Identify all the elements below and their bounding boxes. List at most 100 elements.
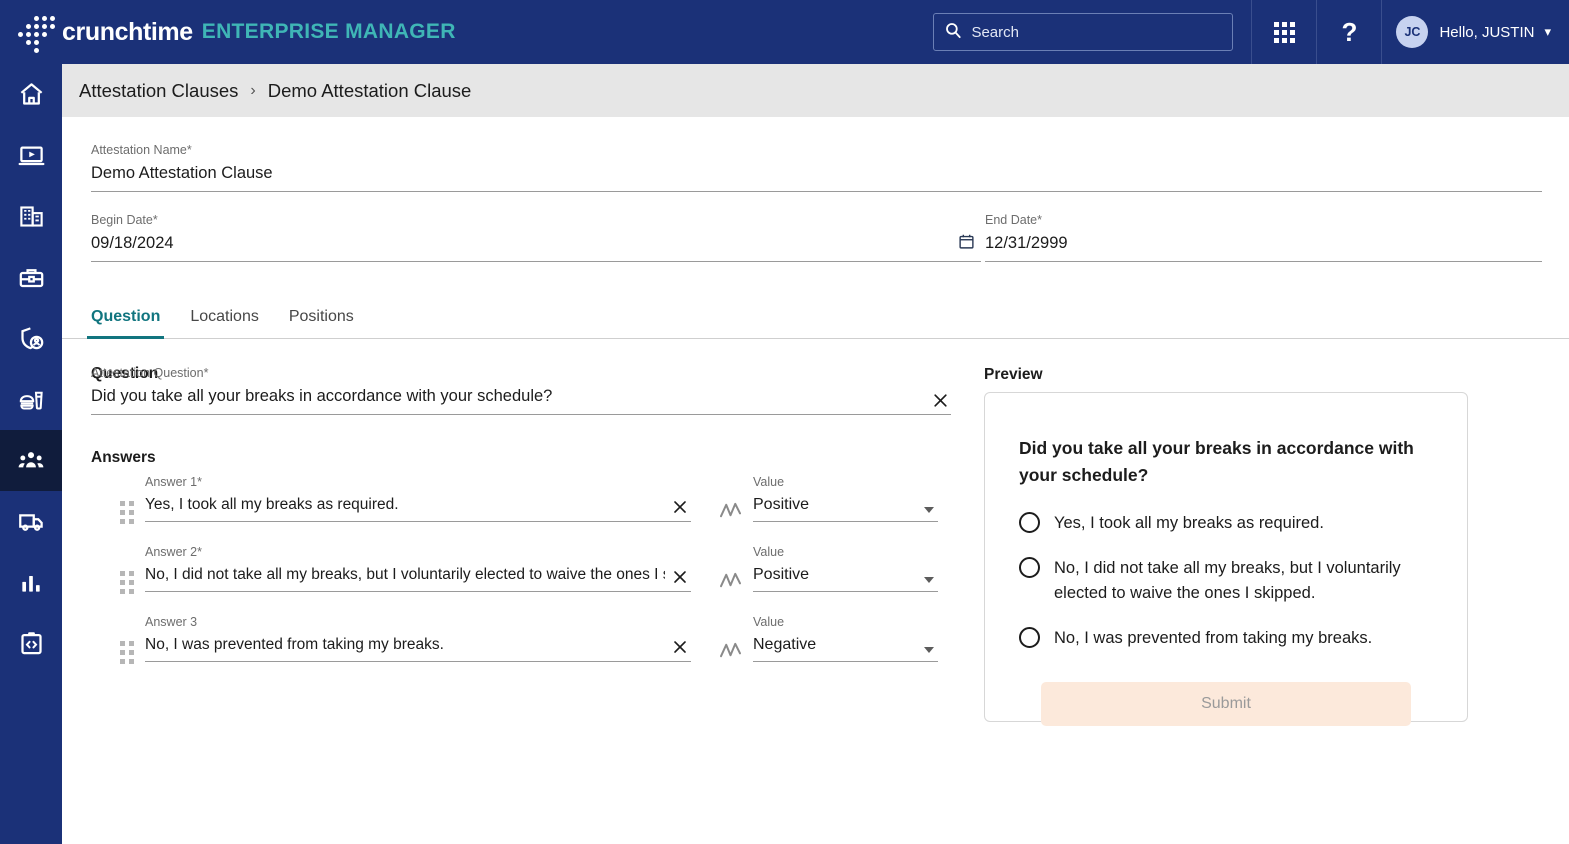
answer-value-field: Value: [753, 615, 938, 662]
brand-suffix: ENTERPRISE MANAGER: [201, 20, 456, 43]
breadcrumb: Attestation Clauses › Demo Attestation C…: [62, 64, 1569, 117]
drag-handle-icon[interactable]: [115, 489, 139, 535]
preview-option-label: No, I was prevented from taking my break…: [1054, 628, 1373, 647]
help-button[interactable]: ?: [1317, 0, 1381, 64]
user-greeting: Hello, JUSTIN: [1439, 23, 1535, 41]
clipboard-code-icon: [18, 630, 45, 657]
answer-value-select[interactable]: [753, 496, 938, 522]
breadcrumb-separator-icon: ›: [250, 81, 256, 99]
shield-person-icon: [18, 325, 45, 352]
bar-chart-icon: [18, 570, 44, 596]
page-content: Attestation Name* Begin Date* End Date* …: [62, 117, 1569, 844]
search-icon: [944, 21, 962, 44]
radio-button-icon[interactable]: [1019, 626, 1040, 648]
tab-question[interactable]: Question: [86, 308, 165, 339]
chevron-down-icon: ▾: [1544, 24, 1551, 39]
answer-value-field: Value: [753, 545, 938, 592]
user-menu[interactable]: JC Hello, JUSTIN ▾: [1382, 0, 1569, 64]
attestation-detail-card: Attestation Name* Begin Date* End Date*: [62, 117, 1569, 287]
search-input[interactable]: Search: [933, 13, 1234, 51]
tab-locations[interactable]: Locations: [190, 308, 259, 338]
preview-option[interactable]: No, I was prevented from taking my break…: [1019, 626, 1431, 652]
begin-date-input[interactable]: [91, 234, 981, 262]
calendar-icon[interactable]: [958, 233, 975, 255]
value-label: Value: [753, 475, 785, 489]
attestation-name-input[interactable]: [91, 164, 1542, 192]
preview-option-label: No, I did not take all my breaks, but I …: [1054, 558, 1401, 603]
delivery-truck-icon: [18, 508, 45, 535]
people-group-icon: [17, 447, 45, 475]
end-date-input[interactable]: [985, 234, 1542, 262]
breadcrumb-root-link[interactable]: Attestation Clauses: [79, 80, 238, 102]
begin-date-field: Begin Date*: [91, 213, 981, 262]
drag-handle-icon[interactable]: [115, 629, 139, 675]
answer-row: Answer 3 Value: [115, 615, 995, 685]
preview-option[interactable]: No, I did not take all my breaks, but I …: [1019, 556, 1431, 607]
sidebar-item-supply-chain[interactable]: [0, 491, 62, 552]
clear-answer-icon[interactable]: [669, 566, 691, 588]
answer-input[interactable]: [145, 566, 691, 592]
attestation-name-label: Attestation Name*: [91, 143, 192, 157]
sidebar-item-labor[interactable]: [0, 430, 62, 491]
breadcrumb-current: Demo Attestation Clause: [267, 79, 472, 101]
brand-logo[interactable]: crunchtime ENTERPRISE MANAGER: [0, 12, 456, 53]
answer-value-select[interactable]: [753, 636, 938, 662]
sidebar-item-admin[interactable]: [0, 613, 62, 674]
end-date-label: End Date*: [985, 213, 1042, 227]
toolbox-icon: [18, 264, 45, 291]
sidebar-item-inventory[interactable]: [0, 369, 62, 430]
tab-positions[interactable]: Positions: [289, 308, 354, 338]
answer-label: Answer 2*: [145, 545, 202, 559]
answer-field: Answer 1*: [145, 475, 691, 522]
value-label: Value: [753, 615, 785, 629]
attestation-question-input[interactable]: [91, 387, 951, 415]
attestation-question-field: Attestation Question*: [91, 366, 951, 415]
preview-option-label: Yes, I took all my breaks as required.: [1054, 514, 1324, 533]
answer-field: Answer 2*: [145, 545, 691, 592]
radio-button-icon[interactable]: [1019, 556, 1040, 578]
clear-answer-icon[interactable]: [669, 496, 691, 518]
sidebar-item-tools[interactable]: [0, 247, 62, 308]
radio-button-icon[interactable]: [1019, 512, 1040, 534]
crunchtime-dot-logo-icon: [14, 12, 55, 53]
answer-row: Answer 2* Value: [115, 545, 995, 615]
sidebar-item-training[interactable]: [0, 125, 62, 186]
value-label: Value: [753, 545, 785, 559]
end-date-field: End Date*: [985, 213, 1542, 262]
answer-value-select[interactable]: [753, 566, 938, 592]
question-mark-icon: ?: [1341, 16, 1358, 47]
question-tab-panel: Question Attestation Question* Answers A…: [62, 339, 1569, 844]
answer-value-field: Value: [753, 475, 938, 522]
app-header: crunchtime ENTERPRISE MANAGER Search ? J…: [0, 0, 1569, 64]
attestation-question-label: Attestation Question*: [91, 366, 209, 380]
sidebar-item-compliance[interactable]: [0, 308, 62, 369]
answer-label: Answer 1*: [145, 475, 202, 489]
sidebar-item-reporting[interactable]: [0, 552, 62, 613]
drag-handle-icon[interactable]: [115, 559, 139, 605]
search-placeholder: Search: [971, 23, 1019, 41]
answer-input[interactable]: [145, 496, 691, 522]
preview-submit-button[interactable]: Submit: [1041, 681, 1411, 726]
left-sidebar: [0, 64, 62, 844]
preview-question: Did you take all your breaks in accordan…: [1019, 438, 1414, 486]
answer-row: Answer 1* Value: [115, 475, 995, 545]
answers-heading: Answers: [91, 449, 156, 466]
answer-input[interactable]: [145, 636, 691, 662]
avatar: JC: [1396, 16, 1429, 48]
sidebar-item-home[interactable]: [0, 64, 62, 125]
brand-name: crunchtime: [62, 17, 193, 46]
answer-field: Answer 3: [145, 615, 691, 662]
attestation-name-field: Attestation Name*: [91, 143, 1542, 192]
trend-line-icon: [719, 571, 742, 595]
trend-line-icon: [719, 501, 742, 525]
sidebar-item-locations[interactable]: [0, 186, 62, 247]
answer-label: Answer 3: [145, 615, 198, 629]
home-icon: [18, 81, 45, 108]
preview-option[interactable]: Yes, I took all my breaks as required.: [1019, 511, 1431, 537]
clear-question-icon[interactable]: [929, 389, 951, 411]
preview-card: Did you take all your breaks in accordan…: [984, 392, 1468, 726]
begin-date-label: Begin Date*: [91, 213, 158, 227]
clear-answer-icon[interactable]: [669, 636, 691, 658]
apps-grid-button[interactable]: [1252, 0, 1316, 64]
tab-bar: Question Locations Positions: [62, 287, 1569, 339]
